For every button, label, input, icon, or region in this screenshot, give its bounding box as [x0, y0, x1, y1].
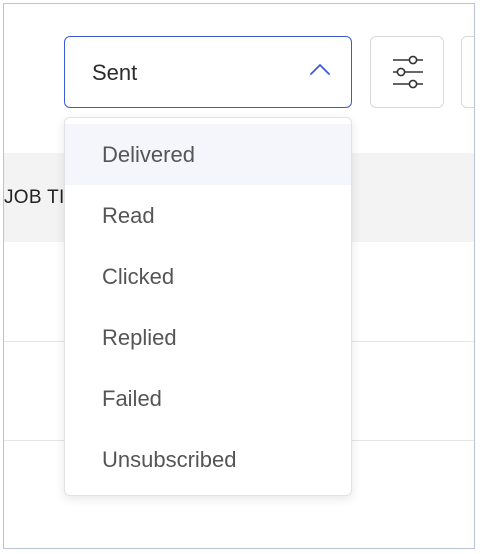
chevron-up-icon[interactable] [309, 62, 331, 76]
column-header-job-title[interactable]: JOB TI [4, 187, 65, 209]
status-select-value: Sent [92, 60, 138, 85]
status-select[interactable]: Sent [64, 36, 352, 108]
toolbar-button-partial[interactable] [461, 36, 474, 108]
option-read[interactable]: Read [65, 185, 351, 246]
option-replied[interactable]: Replied [65, 307, 351, 368]
option-delivered[interactable]: Delivered [65, 124, 351, 185]
option-clicked[interactable]: Clicked [65, 246, 351, 307]
status-dropdown-menu: Delivered Read Clicked Replied Failed Un… [64, 117, 352, 496]
content-frame: JOB TI Sent Delivered Read Clicked Repli… [3, 3, 475, 549]
option-unsubscribed[interactable]: Unsubscribed [65, 429, 351, 490]
sliders-icon [393, 55, 423, 89]
option-failed[interactable]: Failed [65, 368, 351, 429]
filter-settings-button[interactable] [370, 36, 444, 108]
